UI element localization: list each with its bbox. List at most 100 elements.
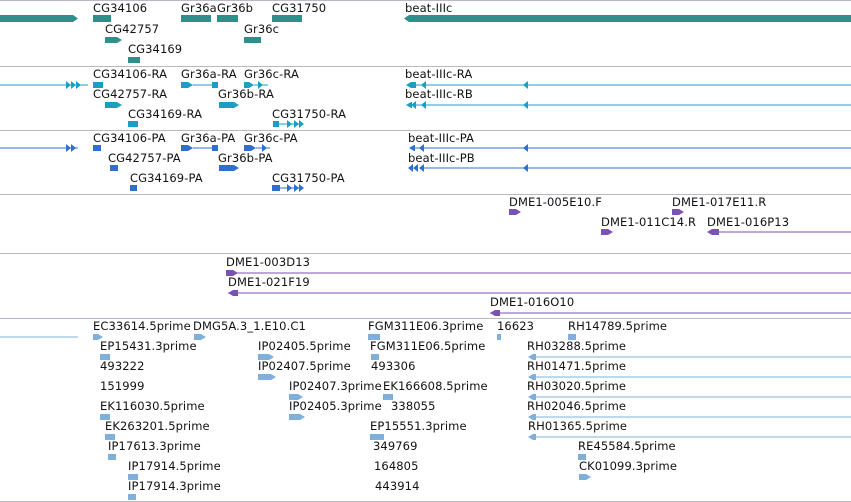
est-label[interactable]: RH14789.5prime — [568, 320, 667, 333]
est-label[interactable]: IP17914.5prime — [128, 460, 221, 473]
est-label[interactable]: FGM311E06.5prime — [370, 340, 485, 353]
est-label[interactable]: RH03020.5prime — [527, 380, 626, 393]
est-glyph[interactable] — [108, 454, 116, 460]
protein-label[interactable]: Gr36b-PA — [218, 152, 273, 165]
transcript-strand-arrow[interactable] — [294, 120, 299, 128]
est-glyph[interactable] — [289, 414, 305, 420]
est-label[interactable]: 164805 — [374, 460, 419, 473]
gene-label[interactable]: CG31750 — [272, 2, 326, 15]
bac-end-glyph[interactable] — [601, 229, 613, 235]
transcript-label[interactable]: CG31750-RA — [272, 108, 346, 121]
est-label[interactable]: EP15551.3prime — [370, 420, 467, 433]
protein-label[interactable]: CG31750-PA — [272, 172, 345, 185]
transcript-strand-arrow[interactable] — [421, 101, 426, 109]
transcript-strand-arrow[interactable] — [66, 81, 71, 89]
est-glyph[interactable] — [579, 474, 591, 480]
est-label[interactable]: EK263201.5prime — [105, 420, 210, 433]
protein-strand-arrow[interactable] — [287, 184, 292, 192]
bac-end-label[interactable]: DME1-016P13 — [707, 216, 789, 229]
est-label[interactable]: DMG5A.3_1.E10.C1 — [193, 320, 306, 333]
est-label[interactable]: 493222 — [100, 360, 145, 373]
protein-strand-arrow[interactable] — [71, 144, 76, 152]
gene-label[interactable]: Gr36a — [181, 2, 217, 15]
est-label[interactable]: 16623 — [497, 320, 534, 333]
transcript-label[interactable]: Gr36a-RA — [181, 68, 237, 81]
est-label[interactable]: RH01471.5prime — [527, 360, 626, 373]
protein-exon[interactable] — [181, 145, 193, 151]
gene-label[interactable]: Gr36c — [244, 23, 279, 36]
bac-end-label[interactable]: DME1-005E10.F — [509, 196, 602, 209]
est-label[interactable]: CK01099.3prime — [579, 460, 677, 473]
est-label[interactable]: EP15431.3prime — [100, 340, 197, 353]
transcript-strand-arrow[interactable] — [523, 81, 528, 89]
est-label[interactable]: RH01365.5prime — [528, 420, 627, 433]
est-label[interactable]: IP17613.3prime — [108, 440, 201, 453]
protein-strand-arrow[interactable] — [66, 144, 71, 152]
bac-end-glyph[interactable] — [707, 229, 719, 235]
gene-label[interactable]: CG34106 — [93, 2, 147, 15]
bac-clone-end[interactable] — [490, 310, 500, 316]
transcript-label[interactable]: CG34106-RA — [93, 68, 167, 81]
protein-strand-arrow[interactable] — [419, 164, 424, 172]
bac-clone-end[interactable] — [228, 290, 238, 296]
bac-clone-label[interactable]: DME1-021F19 — [228, 276, 310, 289]
bac-end-label[interactable]: DME1-017E11.R — [672, 196, 766, 209]
gene-label[interactable]: Gr36b — [217, 2, 253, 15]
protein-strand-arrow[interactable] — [408, 164, 413, 172]
protein-exon[interactable] — [93, 145, 101, 151]
protein-label[interactable]: beat-IIIc-PB — [408, 152, 475, 165]
gene-glyph[interactable] — [181, 15, 211, 22]
protein-exon[interactable] — [110, 165, 118, 171]
est-label[interactable]: 151999 — [100, 380, 145, 393]
transcript-exon[interactable] — [181, 82, 193, 88]
transcript-label[interactable]: Gr36c-RA — [244, 68, 299, 81]
est-glyph[interactable] — [128, 494, 136, 500]
protein-label[interactable]: CG34169-PA — [130, 172, 203, 185]
est-label[interactable]: 338055 — [391, 400, 436, 413]
transcript-strand-arrow[interactable] — [299, 120, 304, 128]
gene-label[interactable]: CG34169 — [128, 43, 182, 56]
transcript-exon[interactable] — [273, 121, 279, 127]
est-label[interactable]: FGM311E06.3prime — [368, 320, 483, 333]
protein-label[interactable]: CG34106-PA — [93, 132, 166, 145]
protein-label[interactable]: Gr36c-PA — [244, 132, 298, 145]
est-glyph[interactable] — [528, 434, 536, 440]
protein-label[interactable]: CG42757-PA — [108, 152, 181, 165]
transcript-exon[interactable] — [128, 121, 138, 127]
gene-glyph[interactable] — [0, 15, 78, 22]
est-label[interactable]: 493306 — [371, 360, 416, 373]
protein-label[interactable]: Gr36a-PA — [181, 132, 235, 145]
bac-end-glyph[interactable] — [509, 209, 521, 215]
transcript-strand-arrow[interactable] — [76, 81, 81, 89]
protein-strand-arrow[interactable] — [299, 184, 304, 192]
est-label[interactable]: 349769 — [373, 440, 418, 453]
gene-glyph[interactable] — [272, 15, 302, 22]
est-label[interactable]: IP17914.3prime — [128, 480, 221, 493]
transcript-exon[interactable] — [105, 102, 122, 108]
est-label[interactable]: RH03288.5prime — [527, 340, 626, 353]
protein-exon[interactable] — [272, 185, 280, 191]
transcript-label[interactable]: beat-IIIc-RB — [405, 88, 473, 101]
gene-label[interactable]: beat-IIIc — [405, 2, 452, 15]
protein-strand-arrow[interactable] — [294, 184, 299, 192]
est-label[interactable]: 443914 — [375, 480, 420, 493]
protein-strand-arrow[interactable] — [523, 164, 528, 172]
transcript-strand-arrow[interactable] — [71, 81, 76, 89]
est-label[interactable]: EK166608.5prime — [383, 380, 488, 393]
est-label[interactable]: EK116030.5prime — [100, 400, 205, 413]
bac-end-label[interactable]: DME1-011C14.R — [601, 216, 696, 229]
transcript-exon[interactable] — [219, 102, 239, 108]
protein-exon[interactable] — [130, 185, 137, 191]
transcript-strand-arrow[interactable] — [523, 101, 528, 109]
est-label[interactable]: RH02046.5prime — [527, 400, 626, 413]
gene-glyph[interactable] — [217, 15, 238, 22]
est-glyph[interactable] — [258, 374, 276, 380]
transcript-label[interactable]: Gr36b-RA — [218, 88, 274, 101]
transcript-label[interactable]: beat-IIIc-RA — [405, 68, 472, 81]
gene-glyph[interactable] — [244, 37, 261, 43]
transcript-label[interactable]: CG34169-RA — [128, 108, 202, 121]
protein-strand-arrow[interactable] — [413, 164, 418, 172]
est-label[interactable]: EC33614.5prime — [93, 320, 191, 333]
bac-clone-label[interactable]: DME1-016O10 — [490, 296, 574, 309]
protein-strand-arrow[interactable] — [523, 144, 528, 152]
